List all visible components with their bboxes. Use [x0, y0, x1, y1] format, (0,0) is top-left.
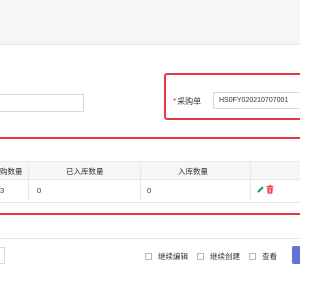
purchase-inbound-form: *采购单 HS0FY020210707001 购数量 已入库数量 入库数量 3 …	[0, 0, 300, 300]
checkbox-box[interactable]	[145, 252, 152, 260]
submit-button[interactable]	[292, 246, 300, 264]
continue-edit-checkbox[interactable]: 继续编辑	[145, 251, 188, 261]
order-number-input[interactable]: HS0FY020210707001	[213, 92, 300, 109]
header-bar	[0, 0, 300, 45]
view-label: 查看	[262, 251, 277, 261]
footer-left-field[interactable]	[0, 247, 5, 264]
continue-create-checkbox[interactable]: 继续创建	[197, 251, 240, 261]
footer-divider	[0, 238, 300, 239]
order-field-label: *采购单	[173, 96, 201, 107]
required-mark: *	[173, 97, 177, 106]
order-label-text: 采购单	[177, 97, 202, 106]
left-text-field[interactable]	[0, 94, 84, 112]
table-highlight	[0, 137, 300, 215]
continue-edit-label: 继续编辑	[158, 251, 188, 261]
checkbox-box[interactable]	[249, 252, 256, 260]
continue-create-label: 继续创建	[210, 251, 240, 261]
checkbox-box[interactable]	[197, 252, 204, 260]
view-checkbox[interactable]: 查看	[249, 251, 277, 261]
